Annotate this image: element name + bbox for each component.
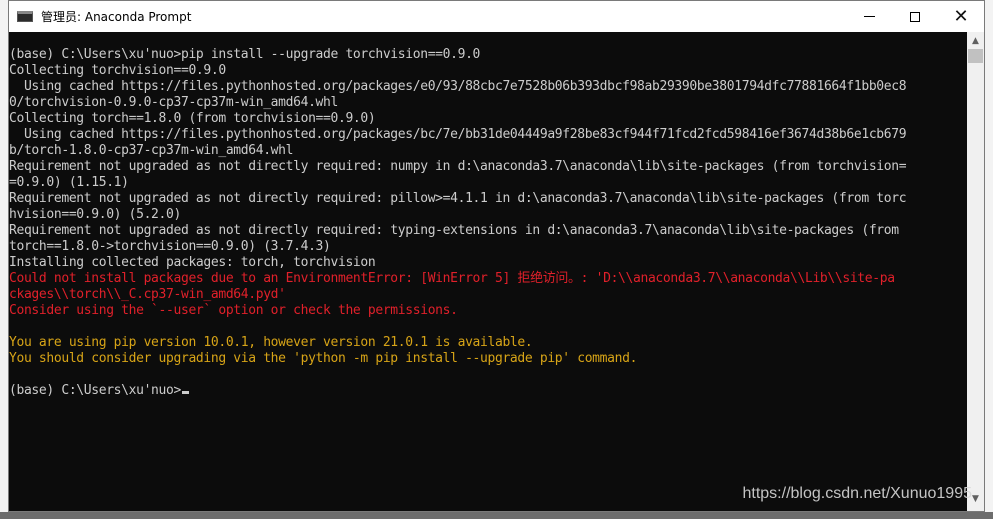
console-line: Collecting torch==1.8.0 (from torchvisio…: [9, 111, 967, 127]
console-line-text: Using cached https://files.pythonhosted.…: [9, 79, 907, 94]
anaconda-prompt-window: 管理员: Anaconda Prompt ✕ (base) C:\Users\x…: [8, 0, 985, 512]
title-bar[interactable]: 管理员: Anaconda Prompt ✕: [9, 1, 984, 32]
maximize-icon: [910, 11, 920, 22]
console-line: Could not install packages due to an Env…: [9, 271, 967, 287]
watermark-url: https://blog.csdn.net/Xunuo1995: [742, 485, 972, 502]
minimize-button[interactable]: [846, 1, 892, 32]
console-line-text: b/torch-1.8.0-cp37-cp37m-win_amd64.whl: [9, 143, 294, 158]
console-line-text: Collecting torch==1.8.0 (from torchvisio…: [9, 111, 376, 126]
console-line: Using cached https://files.pythonhosted.…: [9, 79, 967, 95]
console-line: You should consider upgrading via the 'p…: [9, 351, 967, 367]
console-line-text: Requirement not upgraded as not directly…: [9, 191, 907, 206]
console-line-text: Requirement not upgraded as not directly…: [9, 223, 907, 238]
close-button[interactable]: ✕: [938, 1, 984, 32]
console-line-text: Collecting torchvision==0.9.0: [9, 63, 226, 78]
command-prompt-line: (base) C:\Users\xu'nuo>: [9, 383, 967, 399]
console-line: Requirement not upgraded as not directly…: [9, 191, 967, 207]
close-icon: ✕: [953, 5, 969, 27]
console-line: ckages\\torch\\_C.cp37-win_amd64.pyd': [9, 287, 967, 303]
console-line-text: Could not install packages due to an Env…: [9, 271, 895, 286]
taskbar-edge: [0, 512, 993, 519]
console-line-text: Installing collected packages: torch, to…: [9, 255, 376, 270]
console-line-text: (base) C:\Users\xu'nuo>: [9, 383, 181, 398]
console-line: Installing collected packages: torch, to…: [9, 255, 967, 271]
console-line: Requirement not upgraded as not directly…: [9, 159, 967, 175]
text-cursor: [181, 391, 189, 394]
maximize-button[interactable]: [892, 1, 938, 32]
console-line-text: (base) C:\Users\xu'nuo>pip install --upg…: [9, 47, 481, 62]
console-line: b/torch-1.8.0-cp37-cp37m-win_amd64.whl: [9, 143, 967, 159]
console-line: 0/torchvision-0.9.0-cp37-cp37m-win_amd64…: [9, 95, 967, 111]
console-output[interactable]: (base) C:\Users\xu'nuo>pip install --upg…: [9, 32, 967, 511]
console-line: Using cached https://files.pythonhosted.…: [9, 127, 967, 143]
console-line: Requirement not upgraded as not directly…: [9, 223, 967, 239]
minimize-icon: [863, 16, 875, 17]
console-line: hvision==0.9.0) (5.2.0): [9, 207, 967, 223]
console-line-text: Requirement not upgraded as not directly…: [9, 159, 907, 174]
console-line-text: Using cached https://files.pythonhosted.…: [9, 127, 907, 142]
console-line: You are using pip version 10.0.1, howeve…: [9, 335, 967, 351]
console-line: Collecting torchvision==0.9.0: [9, 63, 967, 79]
console-line-text: 0/torchvision-0.9.0-cp37-cp37m-win_amd64…: [9, 95, 338, 110]
console-line: (base) C:\Users\xu'nuo>pip install --upg…: [9, 47, 967, 63]
window-controls: ✕: [846, 1, 984, 32]
console-app-icon: [17, 11, 33, 22]
scroll-up-arrow-icon[interactable]: ▲: [967, 32, 984, 49]
console-line-text: torch==1.8.0->torchvision==0.9.0) (3.7.4…: [9, 239, 331, 254]
scroll-thumb[interactable]: [968, 49, 983, 63]
console-line-text: ckages\\torch\\_C.cp37-win_amd64.pyd': [9, 287, 286, 302]
vertical-scrollbar[interactable]: ▲ ▼: [967, 32, 984, 511]
console-line-text: =0.9.0) (1.15.1): [9, 175, 129, 190]
console-line: =0.9.0) (1.15.1): [9, 175, 967, 191]
console-line-text: hvision==0.9.0) (5.2.0): [9, 207, 181, 222]
console-line-text: You are using pip version 10.0.1, howeve…: [9, 335, 533, 350]
window-title: 管理员: Anaconda Prompt: [41, 10, 192, 24]
console-line-text: Consider using the `--user` option or ch…: [9, 303, 458, 318]
console-line-text: You should consider upgrading via the 'p…: [9, 351, 638, 366]
console-line: torch==1.8.0->torchvision==0.9.0) (3.7.4…: [9, 239, 967, 255]
console-line: Consider using the `--user` option or ch…: [9, 303, 967, 319]
